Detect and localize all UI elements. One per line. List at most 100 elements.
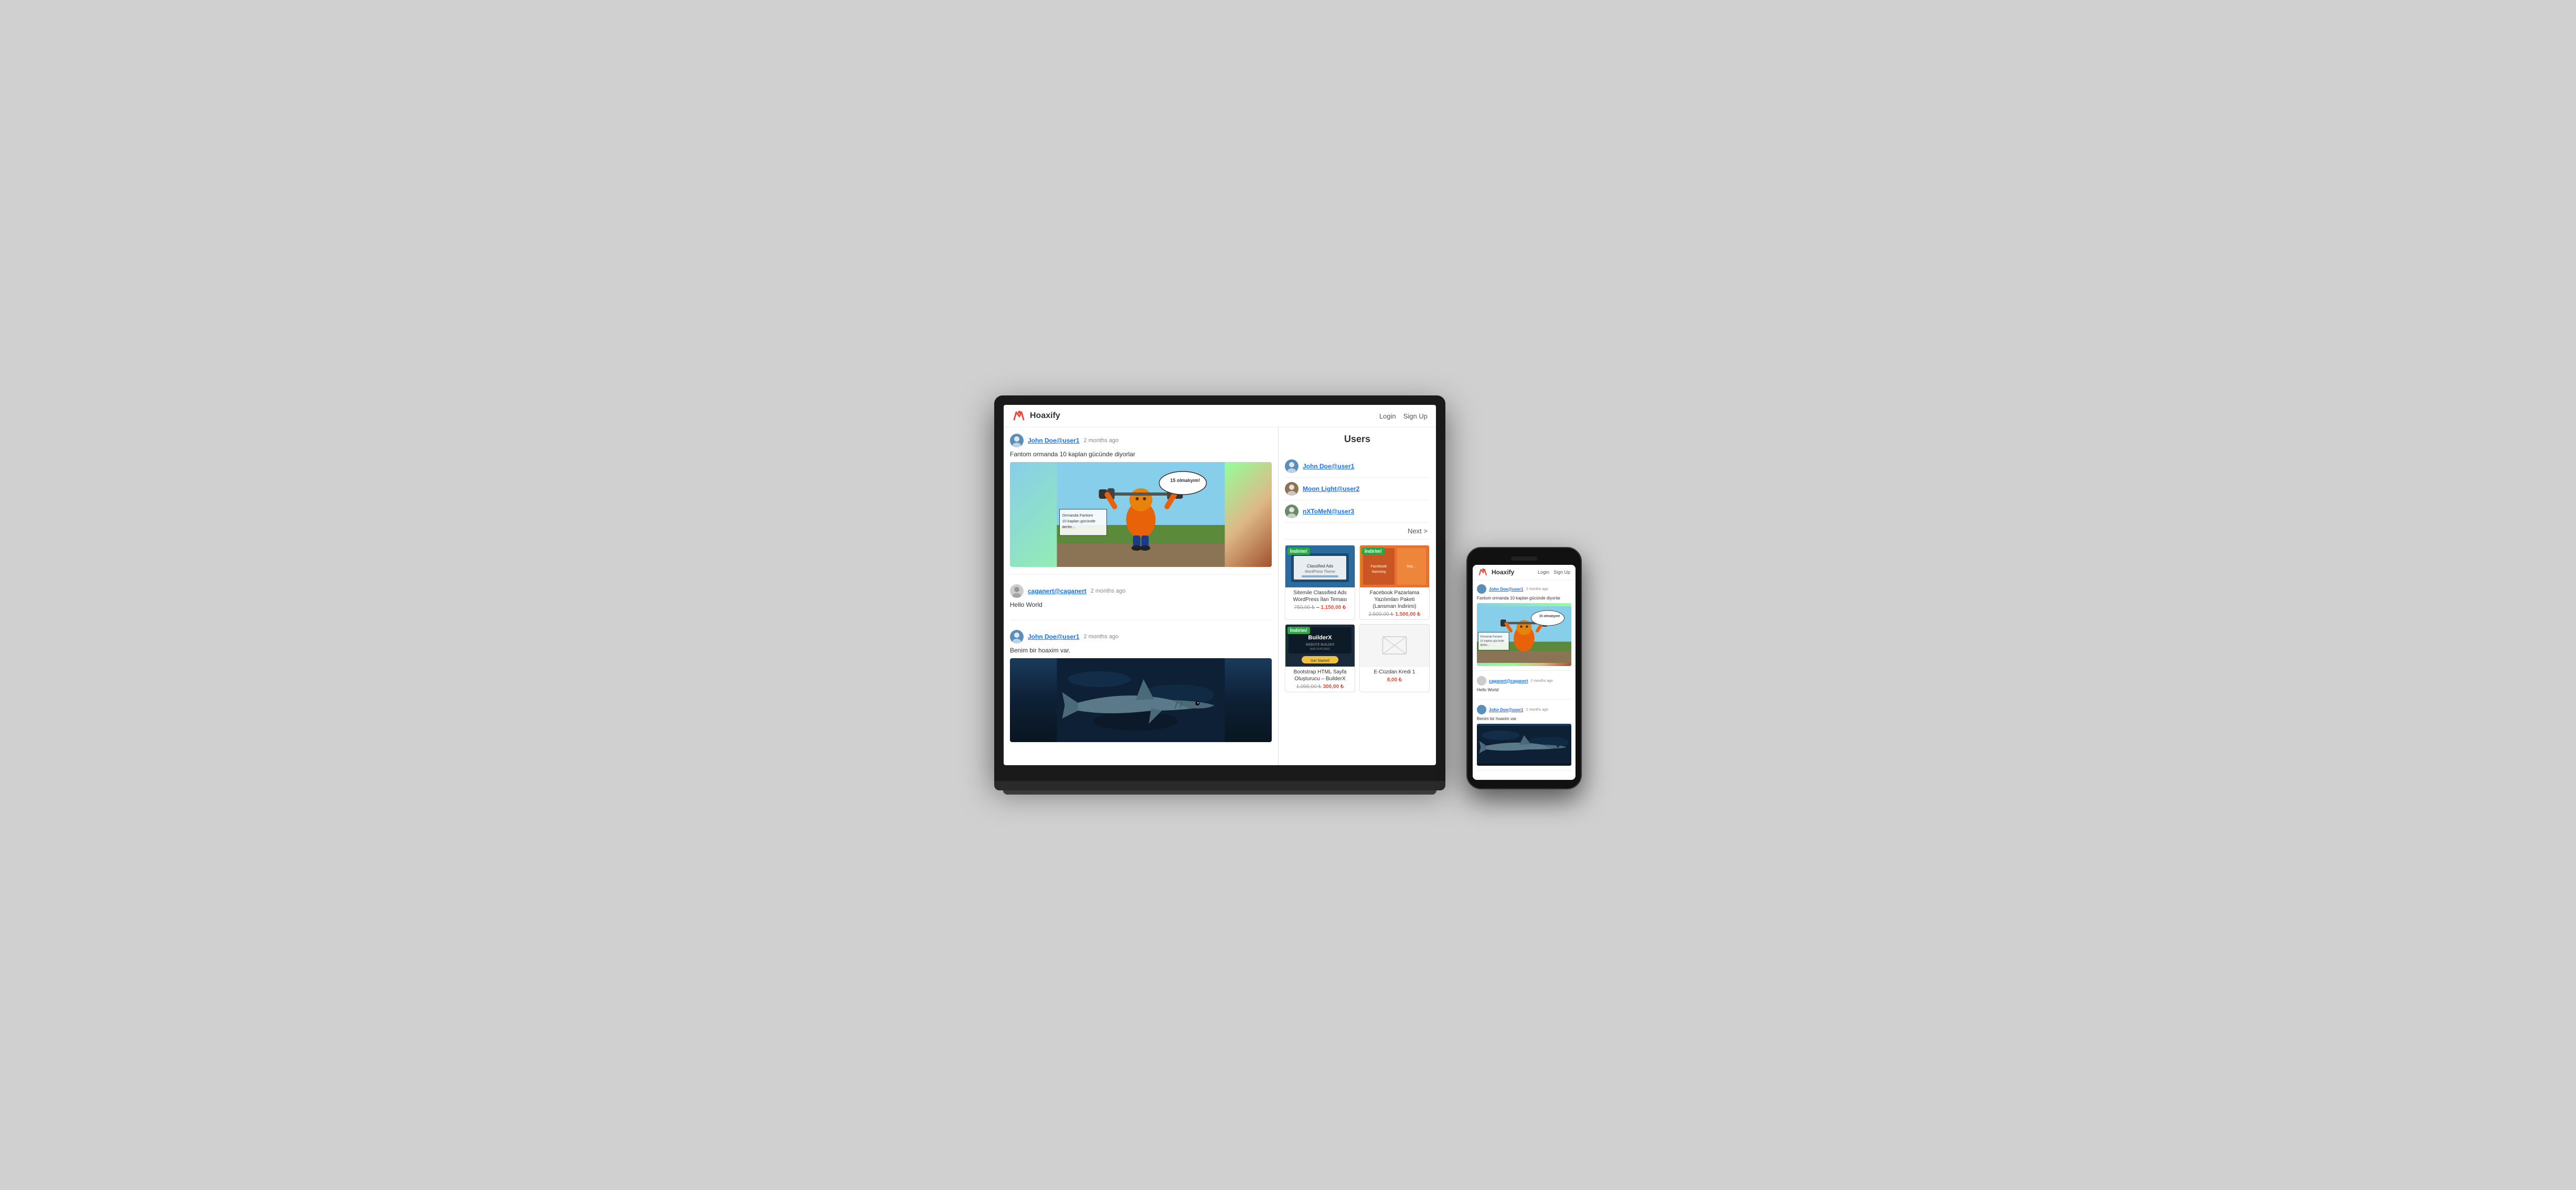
product-3-name: Bootstrap HTML Sayfa Oluşturucu – Builde… [1289, 669, 1351, 682]
logo: Hoaxify [1012, 410, 1060, 422]
laptop-foot [1003, 790, 1436, 795]
post-1-text: Fantom ormanda 10 kaplan gücünde diyorla… [1010, 451, 1272, 458]
product-card-4[interactable]: E-Cüzdan Kredi 1 8,00 ₺ [1359, 624, 1430, 692]
product-2-name: Facebook Pazarlama Yazılımları Paketi (L… [1363, 589, 1426, 610]
product-3-image: İndirim! BuilderX WEBSITE BUILDER AND FE… [1285, 625, 1355, 667]
user-item-1[interactable]: John Doe@user1 [1285, 455, 1430, 478]
post-3-text: Benim bir hoaxim var. [1010, 647, 1272, 654]
svg-text:Classified Ads: Classified Ads [1307, 564, 1333, 569]
post-2-text: Hello World [1010, 601, 1272, 608]
users-title: Users [1285, 434, 1430, 449]
scene: Hoaxify Login Sign Up [994, 395, 1582, 795]
phone-logo: Hoaxify [1478, 568, 1514, 576]
phone-post-1-author[interactable]: John Doe@user1 [1489, 587, 1524, 592]
product-1-price-new: 1.150,00 ₺ [1321, 605, 1346, 610]
product-1-price-old: 750,00 ₺ [1294, 605, 1315, 610]
svg-text:Get Started: Get Started [1311, 659, 1329, 663]
phone-post-3-author[interactable]: John Doe@user1 [1489, 707, 1524, 712]
products-grid: İndirim! Classified Ads WordPress Theme [1285, 545, 1430, 692]
post-3-header: John Doe@user1 2 months ago [1010, 630, 1272, 644]
svg-text:WEBSITE BUILDER: WEBSITE BUILDER [1306, 644, 1335, 647]
post-1-image-cartoon: 15 olmalıyım! Ormanda Fantom [1010, 462, 1272, 567]
post-1-time: 2 months ago [1083, 437, 1119, 444]
product-card-1[interactable]: İndirim! Classified Ads WordPress Theme [1285, 545, 1355, 620]
user-item-3[interactable]: nXToMeN@user3 [1285, 500, 1430, 523]
user-2-name[interactable]: Moon Light@user2 [1303, 485, 1359, 492]
phone-post-1-header: John Doe@user1 2 months ago [1477, 584, 1571, 594]
svg-text:WordPress Theme: WordPress Theme [1305, 570, 1335, 574]
phone-feed: John Doe@user1 2 months ago Fantom orman… [1473, 580, 1576, 780]
svg-text:Soc...: Soc... [1407, 565, 1416, 569]
user-1-avatar [1285, 459, 1298, 473]
phone-post-2-time: 2 months ago [1531, 679, 1553, 683]
phone-login-link[interactable]: Login [1538, 570, 1549, 575]
laptop-device: Hoaxify Login Sign Up [994, 395, 1445, 795]
user-1-name[interactable]: John Doe@user1 [1303, 463, 1354, 470]
login-link[interactable]: Login [1379, 412, 1396, 420]
phone-post-3-avatar [1477, 705, 1486, 714]
product-2-price-new: 1.500,00 ₺ [1395, 612, 1420, 617]
phone-screen: Hoaxify Login Sign Up John Doe@user1 [1473, 565, 1576, 780]
product-4-price: 8,00 ₺ [1363, 677, 1426, 683]
svg-text:10 kaplan gücünde: 10 kaplan gücünde [1062, 519, 1095, 523]
post-1: John Doe@user1 2 months ago Fantom orman… [1010, 434, 1272, 575]
feed: John Doe@user1 2 months ago Fantom orman… [1004, 427, 1279, 765]
phone-logo-text: Hoaxify [1492, 569, 1514, 576]
phone-post-3-time: 2 months ago [1526, 708, 1548, 712]
product-1-image: İndirim! Classified Ads WordPress Theme [1285, 545, 1355, 587]
phone-post-3-image [1477, 724, 1571, 766]
svg-text:15 olmalıyım!: 15 olmalıyım! [1539, 615, 1560, 618]
svg-text:10 kaplan gücünde: 10 kaplan gücünde [1480, 640, 1504, 643]
phone-post-1-time: 2 months ago [1526, 587, 1548, 591]
laptop-base [994, 781, 1445, 790]
post-1-header: John Doe@user1 2 months ago [1010, 434, 1272, 447]
product-2-info: Facebook Pazarlama Yazılımları Paketi (L… [1360, 587, 1429, 619]
user-3-name[interactable]: nXToMeN@user3 [1303, 508, 1354, 515]
post-3-time: 2 months ago [1083, 634, 1119, 640]
next-button[interactable]: Next > [1285, 523, 1430, 540]
product-4-name: E-Cüzdan Kredi 1 [1363, 669, 1426, 676]
product-2-price: 2.500,00 ₺ 1.500,00 ₺ [1363, 612, 1426, 617]
post-2-avatar [1010, 584, 1024, 598]
post-3: John Doe@user1 2 months ago Benim bir ho… [1010, 630, 1272, 749]
header-nav: Login Sign Up [1379, 412, 1428, 420]
post-3-author[interactable]: John Doe@user1 [1028, 633, 1079, 640]
laptop-screen: Hoaxify Login Sign Up [1004, 405, 1436, 765]
post-1-author[interactable]: John Doe@user1 [1028, 437, 1079, 444]
user-item-2[interactable]: Moon Light@user2 [1285, 478, 1430, 500]
post-2-author[interactable]: caganert@caganert [1028, 587, 1087, 595]
phone-post-1-text: Fantom ormanda 10 kaplan gücünde diyorla… [1477, 596, 1571, 601]
product-3-price-old: 1.000,00 ₺ [1296, 684, 1322, 690]
phone-post-2-author[interactable]: caganert@caganert [1489, 679, 1528, 683]
phone-header-nav: Login Sign Up [1538, 570, 1570, 575]
svg-text:AND FEATURES: AND FEATURES [1310, 648, 1330, 651]
phone-logo-icon [1478, 568, 1488, 576]
product-3-info: Bootstrap HTML Sayfa Oluşturucu – Builde… [1285, 667, 1355, 692]
laptop-body: Hoaxify Login Sign Up [994, 395, 1445, 781]
post-3-avatar [1010, 630, 1024, 644]
svg-text:Facebook: Facebook [1371, 565, 1387, 569]
product-1-info: Sitemile Classified Ads WordPress İlan T… [1285, 587, 1355, 613]
post-2-header: caganert@caganert 2 months ago [1010, 584, 1272, 598]
post-3-image-shark [1010, 658, 1272, 742]
sidebar: Users John Doe@user1 [1279, 427, 1436, 765]
svg-text:Marketing: Marketing [1372, 571, 1386, 574]
product-card-2[interactable]: İndirim! Facebook Marketing Soc... [1359, 545, 1430, 620]
product-1-price: 750,00 ₺ – 1.150,00 ₺ [1289, 605, 1351, 610]
phone-app-header: Hoaxify Login Sign Up [1473, 565, 1576, 580]
phone-post-3-header: John Doe@user1 2 months ago [1477, 705, 1571, 714]
product-2-price-old: 2.500,00 ₺ [1369, 612, 1394, 617]
product-card-3[interactable]: İndirim! BuilderX WEBSITE BUILDER AND FE… [1285, 624, 1355, 692]
app-header: Hoaxify Login Sign Up [1004, 405, 1436, 427]
phone-post-2-avatar [1477, 676, 1486, 685]
signup-link[interactable]: Sign Up [1403, 412, 1428, 420]
product-4-image [1360, 625, 1429, 667]
svg-text:BuilderX: BuilderX [1308, 635, 1332, 641]
phone-body: Hoaxify Login Sign Up John Doe@user1 [1466, 547, 1582, 789]
phone-signup-link[interactable]: Sign Up [1553, 570, 1570, 575]
logo-text: Hoaxify [1030, 411, 1060, 421]
phone-post-2: caganert@caganert 2 months ago Hello Wor… [1477, 676, 1571, 700]
post-2-time: 2 months ago [1091, 588, 1126, 594]
phone-device: Hoaxify Login Sign Up John Doe@user1 [1466, 547, 1582, 789]
svg-text:derler...: derler... [1480, 644, 1489, 647]
